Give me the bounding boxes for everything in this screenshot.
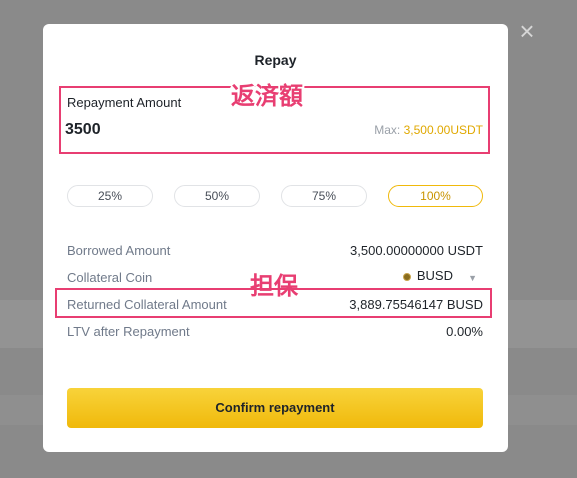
percent-25-button[interactable]: 25% (67, 185, 153, 207)
max-prefix: Max: (374, 123, 401, 137)
returned-collateral-value: 3,889.75546147 BUSD (349, 297, 483, 312)
max-value: 3,500.00USDT (403, 123, 483, 137)
repayment-amount-input[interactable] (65, 118, 285, 142)
collateral-coin-label: Collateral Coin (67, 270, 153, 285)
repay-amount-annotation: 返済額 (231, 82, 303, 110)
borrowed-amount-label: Borrowed Amount (67, 243, 171, 258)
returned-collateral-label: Returned Collateral Amount (67, 297, 227, 312)
repay-modal: Repay Repayment Amount Max: 3,500.00USDT… (43, 24, 508, 452)
collateral-coin-select[interactable]: BUSD (402, 268, 453, 283)
collateral-coin-value: BUSD (416, 268, 453, 283)
repayment-amount-label: Repayment Amount (67, 95, 182, 110)
modal-title: Repay (254, 52, 297, 68)
percent-100-button[interactable]: 100% (388, 185, 483, 207)
ltv-label: LTV after Repayment (67, 324, 190, 339)
borrowed-amount-value: 3,500.00000000 USDT (350, 243, 483, 258)
close-icon[interactable]: × (516, 18, 538, 44)
confirm-repayment-button[interactable]: Confirm repayment (67, 388, 483, 428)
percent-50-button[interactable]: 50% (174, 185, 260, 207)
max-amount: Max: 3,500.00USDT (374, 123, 483, 137)
percent-75-button[interactable]: 75% (281, 185, 367, 207)
ltv-value: 0.00% (446, 324, 483, 339)
chevron-down-icon[interactable]: ▼ (468, 273, 477, 283)
busd-coin-icon (402, 272, 411, 281)
